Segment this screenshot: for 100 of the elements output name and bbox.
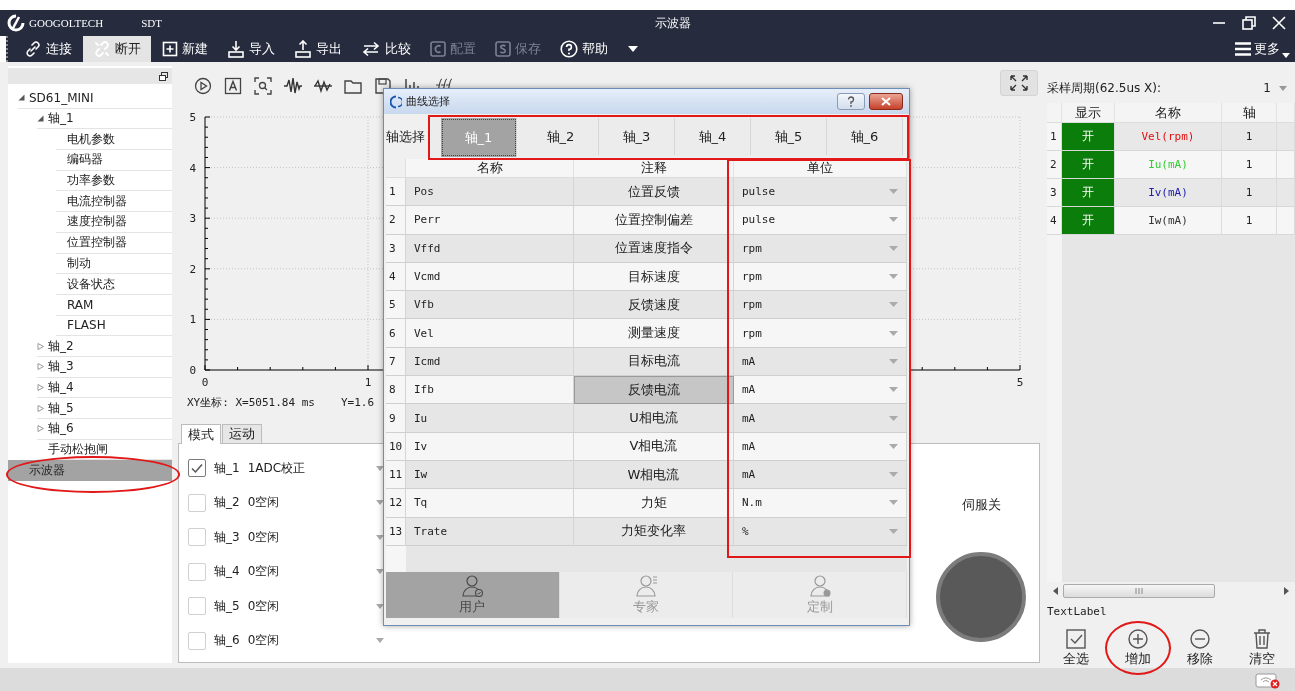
fullscreen-button[interactable] <box>1000 70 1038 96</box>
table-cell[interactable]: 目标电流 <box>574 347 734 377</box>
new-file-icon <box>162 41 178 57</box>
toolbar-button[interactable]: 新建 <box>154 36 216 62</box>
unit-dropdown[interactable]: rpm <box>734 262 907 292</box>
unit-dropdown[interactable]: mA <box>734 432 907 461</box>
close-icon[interactable] <box>1271 15 1287 31</box>
tree-item[interactable]: 功率参数 <box>56 170 172 192</box>
table-cell[interactable]: 力矩 <box>574 489 734 518</box>
unit-dropdown[interactable]: rpm <box>734 234 907 263</box>
table-cell[interactable]: 反馈速度 <box>574 291 734 320</box>
toggle-cell[interactable]: 开 <box>1062 151 1115 179</box>
dialog-title: 曲线选择 <box>406 94 450 109</box>
action-button[interactable]: 增加 <box>1119 623 1157 668</box>
sampling-dropdown[interactable]: 1 <box>1263 81 1287 95</box>
table-cell[interactable]: 测量速度 <box>574 319 734 348</box>
tree-item[interactable]: 轴_2 <box>37 336 172 357</box>
table-cell[interactable]: 位置反馈 <box>574 178 734 207</box>
save-icon[interactable] <box>374 77 392 95</box>
table-cell[interactable]: U相电流 <box>574 404 734 433</box>
table-cell[interactable]: 反馈电流 <box>574 376 734 405</box>
unit-dropdown[interactable]: mA <box>734 347 907 377</box>
tree-item[interactable]: 位置控制器 <box>56 232 172 254</box>
tab[interactable]: 轴_5 <box>751 118 827 155</box>
tree-item[interactable]: 编码器 <box>56 150 172 171</box>
action-button[interactable]: 清空 <box>1243 623 1281 668</box>
toolbar-button[interactable]: 比较 <box>353 36 419 62</box>
tab[interactable]: 轴_4 <box>675 118 751 155</box>
expanded-arrow-icon[interactable] <box>37 115 44 123</box>
tree-item[interactable]: 轴_5 <box>37 398 172 419</box>
table-cell[interactable]: 目标速度 <box>574 262 734 292</box>
unit-dropdown[interactable]: pulse <box>734 178 907 207</box>
action-button[interactable]: 移除 <box>1181 623 1219 668</box>
tab[interactable]: 轴_3 <box>599 118 675 155</box>
tree-item[interactable]: 制动 <box>56 253 172 275</box>
scroll-right-icon[interactable] <box>1283 586 1289 595</box>
tree-item[interactable]: 轴_3 <box>37 356 172 378</box>
table-cell[interactable]: 位置速度指令 <box>574 234 734 263</box>
tree-item[interactable]: 轴_6 <box>37 419 172 440</box>
unit-dropdown[interactable]: % <box>734 517 907 546</box>
tab[interactable]: 轴_2 <box>523 118 599 155</box>
toggle-cell[interactable]: 开 <box>1062 179 1115 207</box>
tree-item[interactable]: 速度控制器 <box>56 212 172 233</box>
tree-item[interactable]: 设备状态 <box>56 274 172 295</box>
tree-item[interactable]: SD61_MINI <box>18 88 172 109</box>
toolbar-button[interactable]: 帮助 <box>552 36 616 62</box>
scroll-left-icon[interactable] <box>1053 586 1059 595</box>
unit-dropdown[interactable]: mA <box>734 404 907 433</box>
tree-item[interactable]: 轴_4 <box>37 377 172 399</box>
tree-item[interactable]: 电机参数 <box>56 129 172 151</box>
more-button[interactable]: 更多 <box>1234 36 1290 62</box>
column-header: 显示 <box>1062 103 1115 123</box>
table-cell: Vfb <box>406 291 574 320</box>
toolbar-button[interactable]: 导出 <box>286 36 350 62</box>
wave-line-icon[interactable] <box>314 77 332 95</box>
table-cell[interactable]: 位置控制偏差 <box>574 206 734 235</box>
toolbar-button[interactable]: 断开 <box>83 36 151 62</box>
expanded-arrow-icon[interactable] <box>18 94 25 102</box>
user-icon <box>460 573 485 598</box>
tab[interactable]: 轴_6 <box>827 118 903 155</box>
folder-icon[interactable] <box>344 77 362 95</box>
unit-dropdown[interactable]: rpm <box>734 319 907 348</box>
toggle-cell[interactable]: 开 <box>1062 207 1115 235</box>
table-cell[interactable]: V相电流 <box>574 432 734 461</box>
unit-dropdown[interactable]: N.m <box>734 489 907 518</box>
scrollbar-thumb[interactable] <box>1063 583 1215 598</box>
column-header: 名称 <box>1115 103 1222 123</box>
tab[interactable]: 运动 <box>222 424 262 443</box>
toolbar-button[interactable]: 导入 <box>219 36 283 62</box>
field-label: 轴选择 <box>386 127 426 146</box>
tree-item[interactable]: 电流控制器 <box>56 191 172 213</box>
table-cell[interactable]: 力矩变化率 <box>574 517 734 546</box>
toolbar-button[interactable]: 连接 <box>16 36 80 62</box>
tree-item[interactable]: 示波器 <box>8 460 172 482</box>
waveform-icon[interactable] <box>284 77 302 95</box>
dropdown-arrow-icon <box>889 387 898 393</box>
checkbox[interactable] <box>188 459 206 478</box>
action-button[interactable]: 全选 <box>1057 623 1095 668</box>
help-button[interactable] <box>837 93 865 110</box>
letter-a-icon[interactable] <box>224 77 242 95</box>
close-button[interactable] <box>869 93 903 110</box>
unit-dropdown[interactable]: mA <box>734 460 907 490</box>
toggle-cell[interactable]: 开 <box>1062 123 1115 151</box>
tab[interactable]: 模式 <box>181 424 221 444</box>
row-number: 9 <box>386 404 406 433</box>
restore-icon[interactable] <box>1241 15 1257 31</box>
unit-dropdown[interactable]: pulse <box>734 206 907 235</box>
table-cell[interactable]: W相电流 <box>574 460 734 490</box>
unit-dropdown[interactable]: rpm <box>734 291 907 320</box>
tree-item[interactable]: RAM <box>56 294 172 316</box>
zoom-icon[interactable] <box>254 77 272 95</box>
unit-dropdown[interactable]: mA <box>734 376 907 405</box>
play-icon[interactable] <box>194 77 212 95</box>
tree-item[interactable]: 轴_1 <box>37 108 172 130</box>
expand-icon <box>1009 74 1029 92</box>
dropdown-arrow-icon[interactable] <box>627 45 639 53</box>
user-level-button[interactable]: 用户 <box>386 571 560 618</box>
float-icon[interactable] <box>159 71 168 81</box>
row-number: 1 <box>1047 123 1062 151</box>
tree-item[interactable]: FLASH <box>56 315 172 337</box>
